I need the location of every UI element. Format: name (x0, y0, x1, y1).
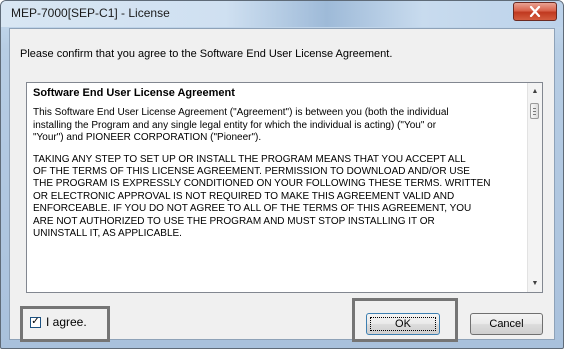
cancel-button-label: Cancel (489, 318, 524, 330)
focus-rectangle (370, 317, 436, 331)
license-paragraph-acceptance: TAKING ANY STEP TO SET UP OR INSTALL THE… (33, 153, 491, 240)
scrollbar-thumb[interactable] (530, 103, 539, 119)
close-x-icon (529, 6, 541, 17)
title-bar[interactable]: MEP-7000[SEP-C1] - License (1, 1, 563, 27)
thumb-grip (533, 114, 536, 115)
license-text-box[interactable]: Software End User License Agreement This… (26, 82, 543, 293)
agree-checkbox[interactable]: ✓ (30, 316, 41, 328)
license-heading: Software End User License Agreement (33, 87, 235, 99)
license-text: Software End User License Agreement This… (33, 87, 523, 249)
agree-checkbox-control[interactable]: ✓ I agree. (30, 315, 87, 329)
close-button[interactable] (513, 2, 557, 21)
cancel-button[interactable]: Cancel (470, 313, 543, 335)
agree-label: I agree. (46, 315, 87, 329)
thumb-grip (533, 111, 536, 112)
vertical-scrollbar[interactable]: ▲ ▼ (527, 83, 542, 292)
scroll-down-arrow-icon[interactable]: ▼ (528, 277, 542, 290)
confirm-prompt: Please confirm that you agree to the Sof… (20, 48, 393, 60)
check-mark-icon: ✓ (31, 316, 40, 327)
license-paragraph-parties: This Software End User License Agreement… (33, 107, 449, 144)
scroll-up-arrow-icon[interactable]: ▲ (528, 85, 542, 98)
thumb-grip (533, 108, 536, 109)
ok-button[interactable]: OK (366, 313, 440, 335)
window-title: MEP-7000[SEP-C1] - License (11, 6, 170, 20)
